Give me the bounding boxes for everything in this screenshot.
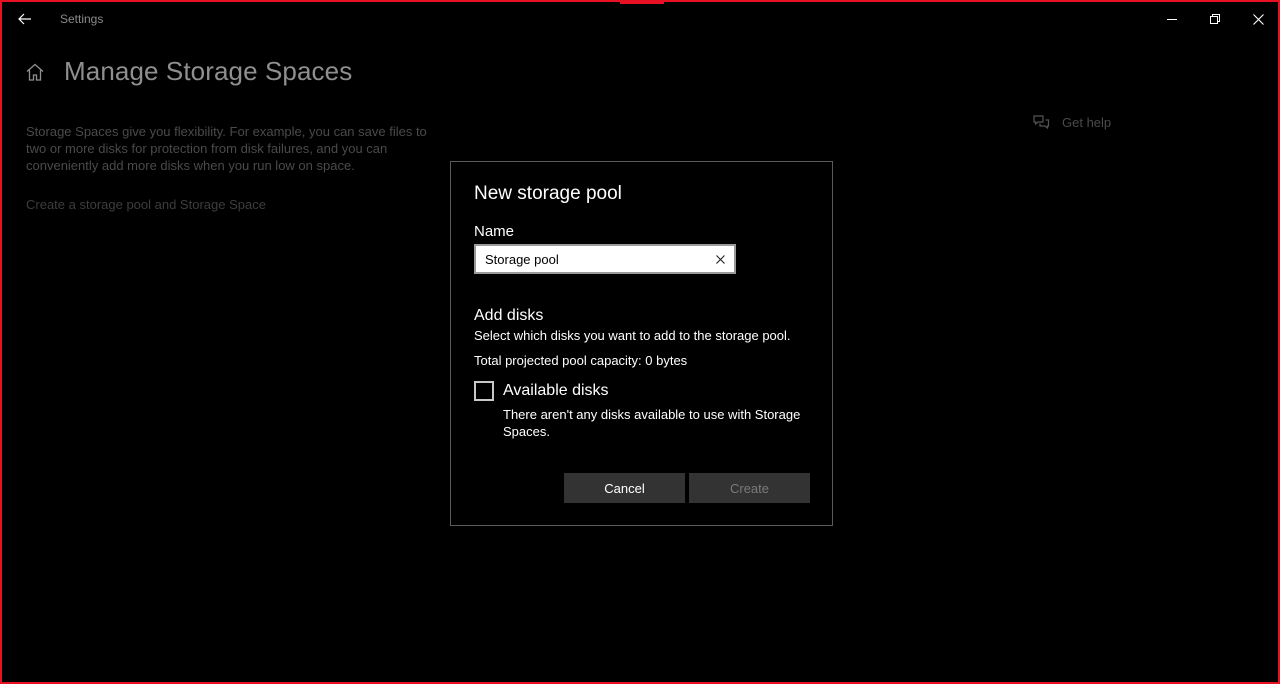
dialog-title: New storage pool (474, 183, 622, 204)
page-title: Manage Storage Spaces (64, 56, 353, 86)
restore-button[interactable] (1193, 2, 1237, 36)
settings-window: Settings Manage Storage Spaces Storage S… (0, 0, 1280, 684)
available-disks-label: Available disks (503, 382, 609, 399)
pool-capacity-text: Total projected pool capacity: 0 bytes (474, 353, 688, 368)
cancel-button[interactable]: Cancel (564, 473, 685, 503)
home-icon (26, 63, 44, 81)
minimize-icon (1167, 19, 1177, 20)
minimize-button[interactable] (1150, 2, 1194, 36)
window-title: Settings (60, 12, 104, 26)
home-button[interactable] (24, 61, 46, 83)
create-pool-link[interactable]: Create a storage pool and Storage Space (26, 197, 266, 212)
available-disks-checkbox[interactable] (474, 381, 494, 401)
back-arrow-icon (18, 13, 31, 25)
name-input[interactable] (476, 246, 706, 272)
get-help-link[interactable]: Get help (1032, 113, 1111, 131)
name-field-container (474, 244, 736, 274)
clear-input-button[interactable] (710, 249, 730, 269)
available-disks-checkbox-row[interactable]: Available disks (474, 381, 609, 401)
close-icon (1252, 13, 1264, 25)
restore-icon (1210, 14, 1220, 24)
no-disks-message: There aren't any disks available to use … (503, 407, 801, 439)
title-bar: Settings (2, 2, 1278, 36)
chat-help-icon (1033, 115, 1050, 130)
add-disks-description: Select which disks you want to add to th… (474, 328, 791, 343)
clear-icon (715, 254, 725, 264)
page-header: Manage Storage Spaces (24, 56, 352, 87)
name-label: Name (474, 223, 515, 240)
close-button[interactable] (1236, 2, 1278, 36)
add-disks-heading: Add disks (474, 307, 544, 324)
create-button[interactable]: Create (689, 473, 810, 503)
get-help-label: Get help (1062, 114, 1112, 130)
page-description: Storage Spaces give you flexibility. For… (26, 124, 427, 173)
back-button[interactable] (12, 6, 38, 32)
new-storage-pool-dialog: New storage pool Name Add disks Select w… (450, 161, 833, 526)
